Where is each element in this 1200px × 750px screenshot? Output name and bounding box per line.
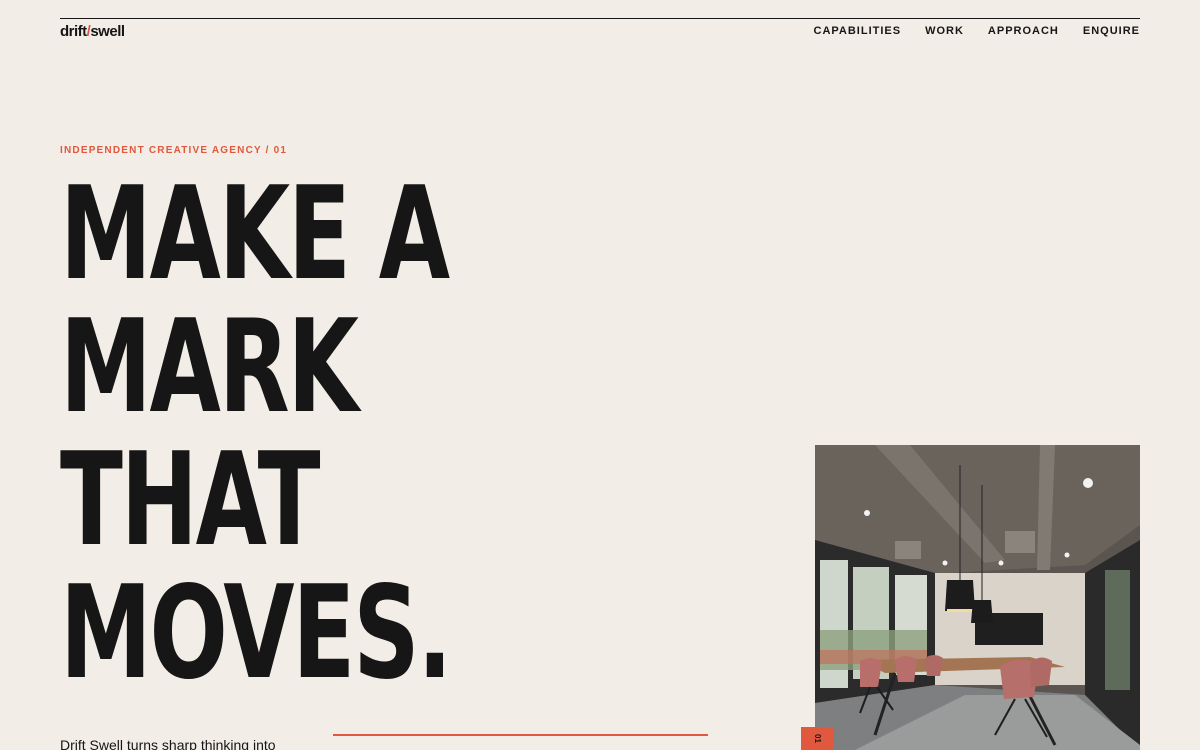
- brand-logo[interactable]: drift/swell: [60, 23, 125, 40]
- main-nav: CAPABILITIES WORK APPROACH ENQUIRE: [814, 25, 1140, 37]
- hero-headline: MAKE A MARK THAT MOVES.: [60, 168, 520, 700]
- section-tab-label: 01: [813, 734, 822, 743]
- nav-enquire[interactable]: ENQUIRE: [1083, 25, 1140, 37]
- office-photo: [815, 445, 1140, 750]
- top-rule: [60, 18, 1140, 19]
- logo-word-swell: swell: [90, 23, 125, 40]
- headline-line-4: MOVES.: [60, 559, 452, 708]
- hero-eyebrow: INDEPENDENT CREATIVE AGENCY / 01: [60, 145, 288, 156]
- nav-capabilities[interactable]: CAPABILITIES: [814, 25, 902, 37]
- logo-word-drift: drift: [60, 23, 87, 40]
- headline-line-1: MAKE A: [60, 160, 450, 309]
- headline-line-2: MARK: [60, 293, 359, 442]
- headline-line-3: THAT: [60, 426, 321, 575]
- nav-work[interactable]: WORK: [925, 25, 964, 37]
- section-tab[interactable]: 01: [801, 727, 834, 750]
- nav-approach[interactable]: APPROACH: [988, 25, 1059, 37]
- hero-intro: Drift Swell turns sharp thinking into: [60, 737, 276, 750]
- accent-rule: [333, 734, 708, 736]
